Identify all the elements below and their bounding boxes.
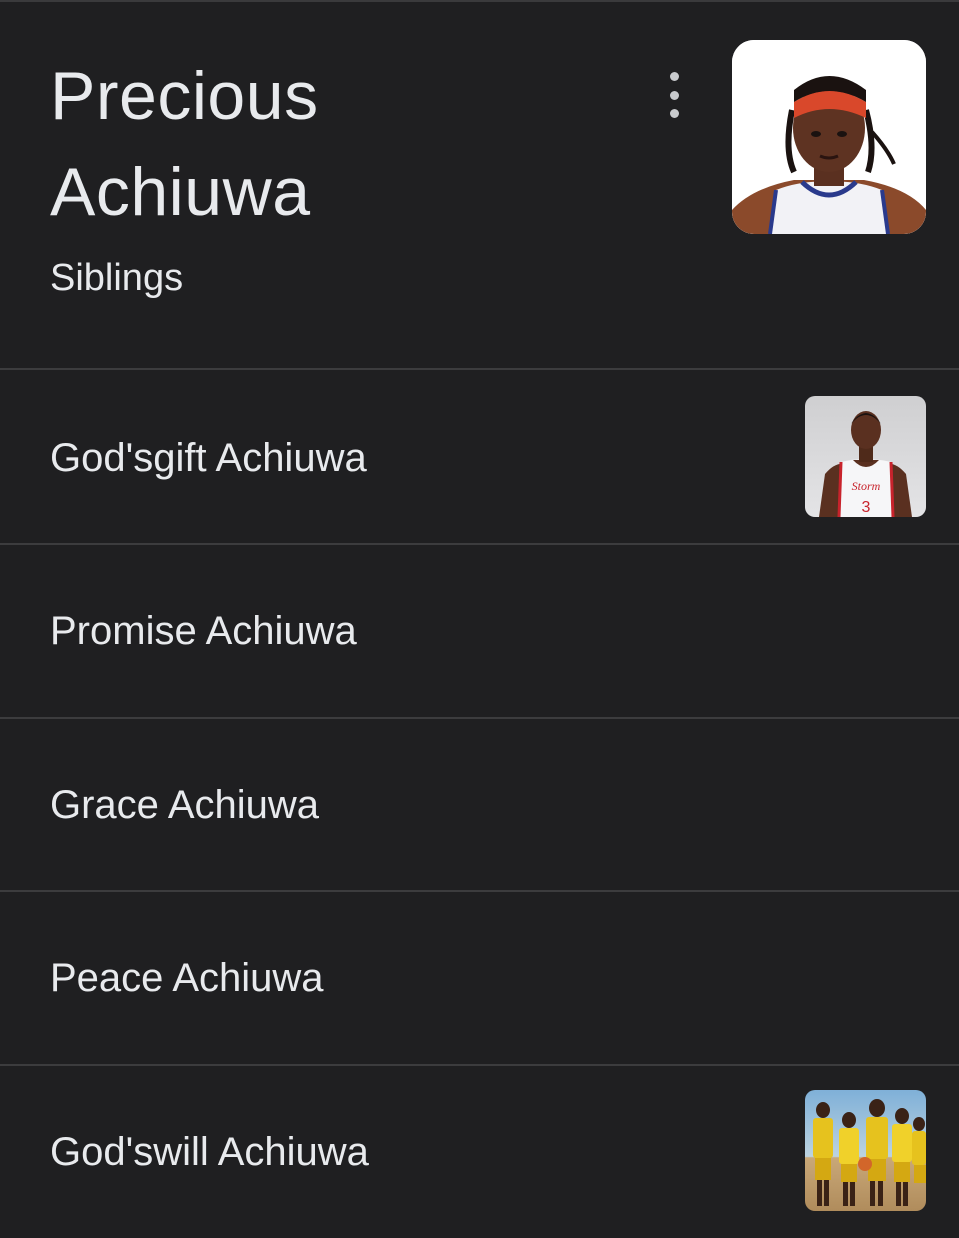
title-line-last: Achiuwa [50,154,311,230]
profile-photo[interactable] [732,40,926,234]
list-item[interactable]: God'swill Achiuwa [0,1066,959,1238]
sibling-name: Grace Achiuwa [50,783,320,827]
sibling-name: God'swill Achiuwa [50,1130,369,1174]
sibling-name: Promise Achiuwa [50,609,357,653]
more-options-button[interactable] [654,72,694,118]
svg-text:3: 3 [862,499,871,516]
team-photo-image [805,1090,926,1211]
more-vertical-icon [669,72,679,81]
sibling-name: God'sgift Achiuwa [50,436,367,480]
title-line-first: Precious [50,58,319,134]
page-title: Precious Achiuwa [50,48,610,240]
section-subtitle: Siblings [50,257,184,299]
player-portrait-image [732,40,926,234]
player-photo-image: Storm 3 [805,396,926,517]
list-item[interactable]: Promise Achiuwa [0,545,959,717]
more-vertical-icon-dot [669,109,679,118]
list-item[interactable]: Grace Achiuwa [0,719,959,891]
divider [0,368,959,370]
list-item[interactable]: God'sgift Achiuwa Storm 3 [0,372,959,544]
sibling-photo[interactable]: Storm 3 [805,396,926,517]
sibling-photo[interactable] [805,1090,926,1211]
more-vertical-icon-dot [669,90,679,100]
sibling-name: Peace Achiuwa [50,956,324,1000]
knowledge-panel: Precious Achiuwa Siblings God'sgift Achi… [0,0,959,1238]
panel-header: Precious Achiuwa Siblings [0,2,959,370]
list-item[interactable]: Peace Achiuwa [0,892,959,1064]
svg-text:Storm: Storm [852,479,881,493]
